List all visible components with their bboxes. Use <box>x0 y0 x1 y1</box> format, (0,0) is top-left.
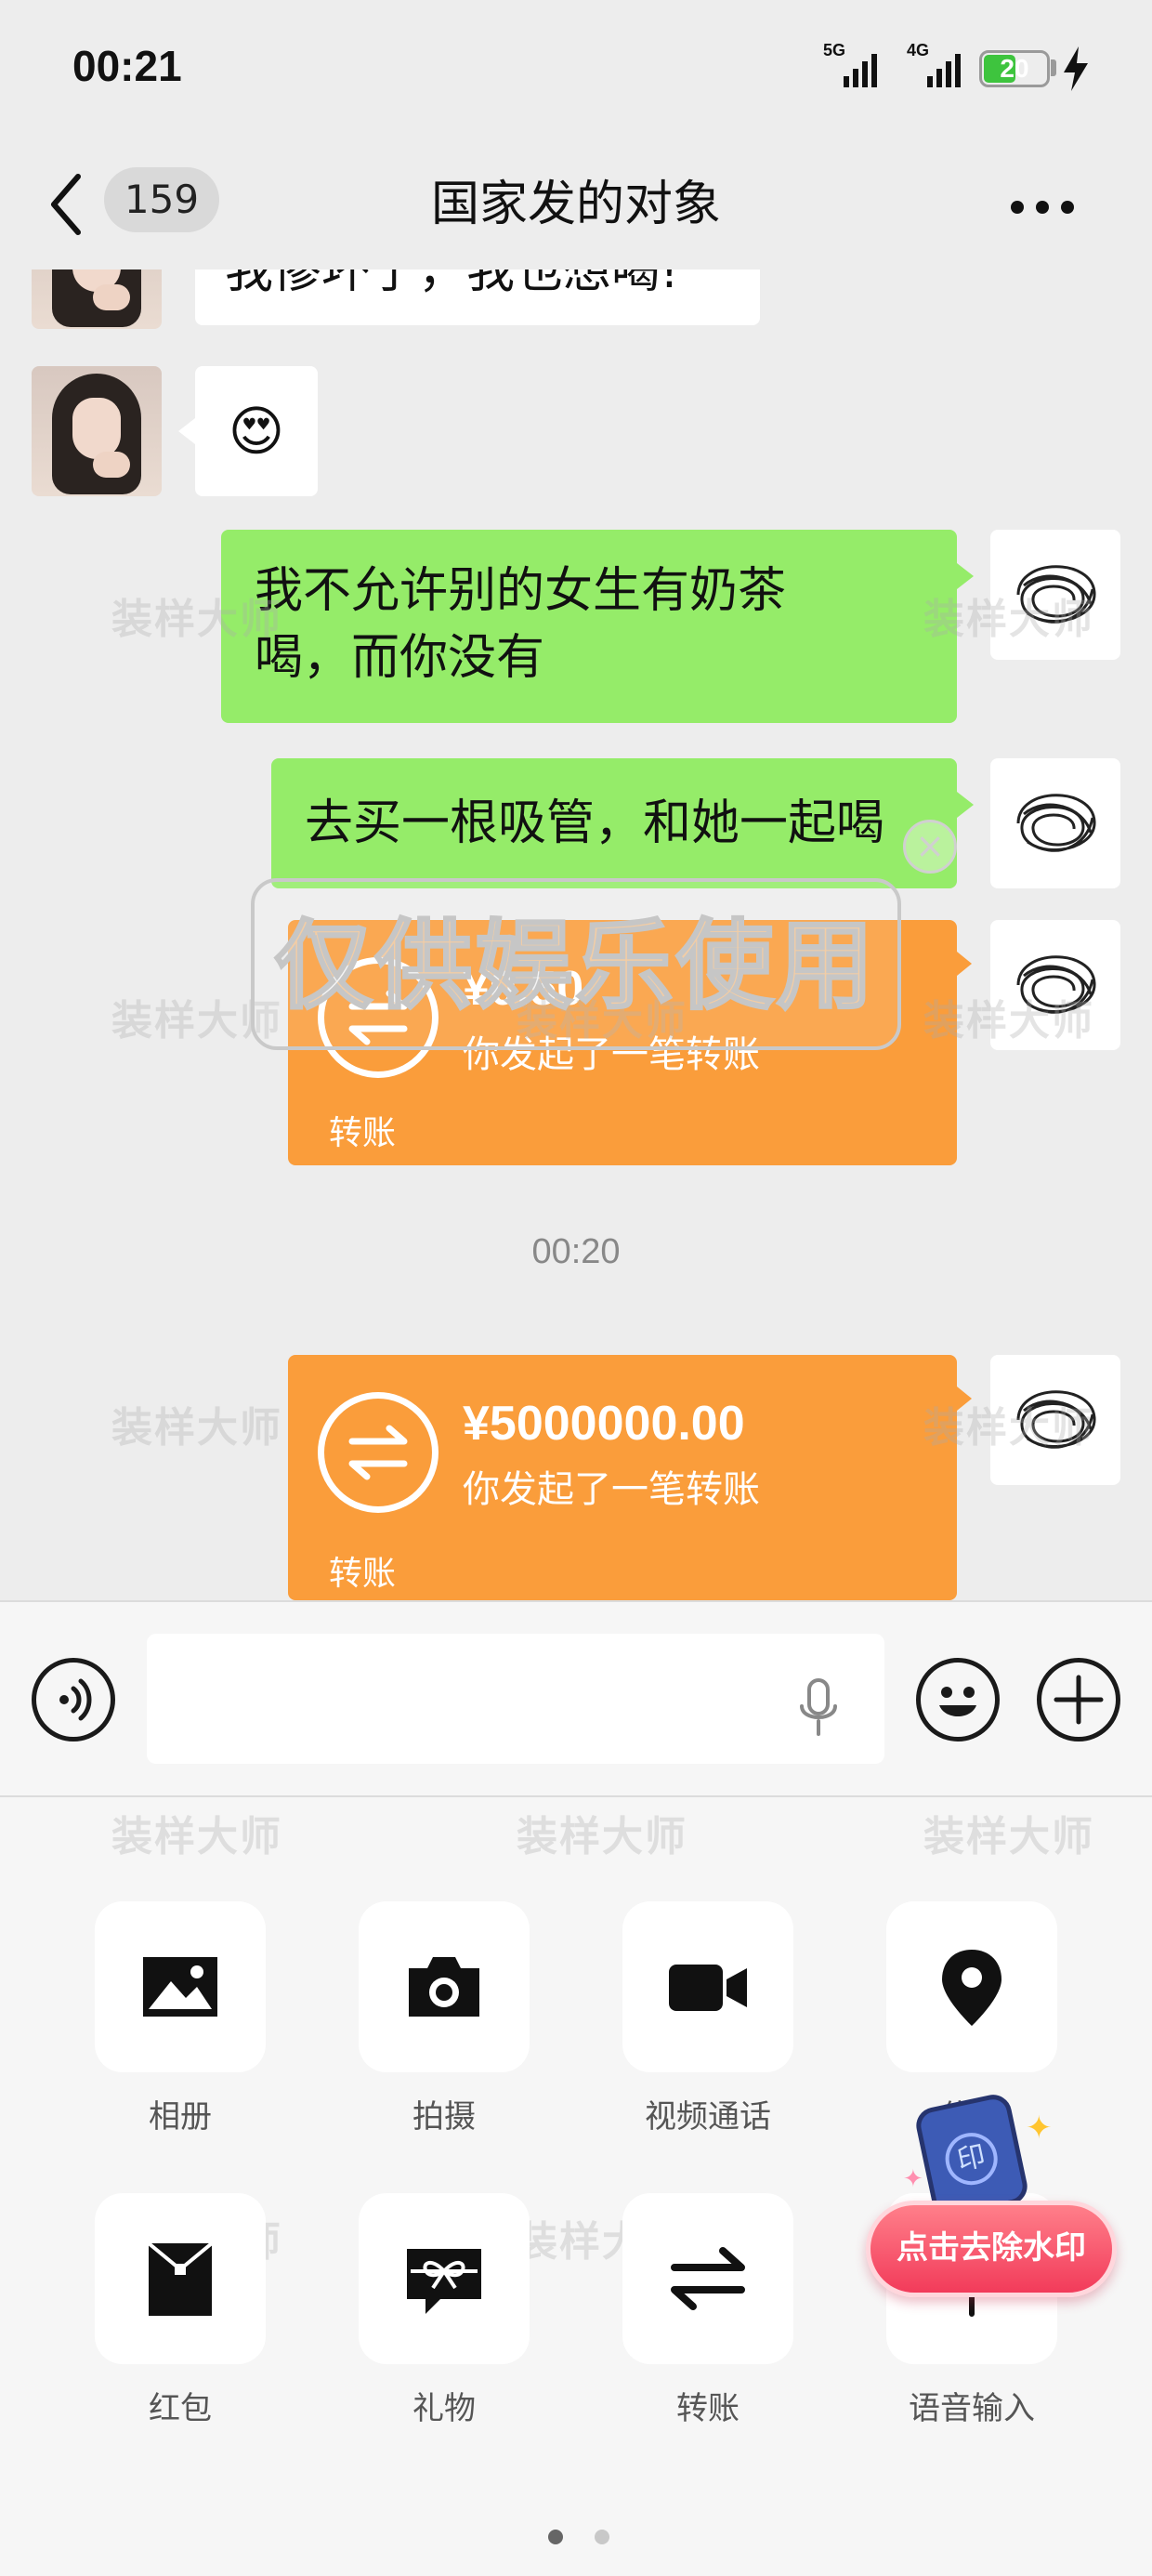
camera-button[interactable] <box>359 1901 530 2072</box>
video-call-icon <box>669 1965 747 2011</box>
plus-icon[interactable] <box>1037 1658 1120 1741</box>
voice-mode-icon[interactable] <box>32 1658 115 1741</box>
gift-button[interactable] <box>359 2193 530 2364</box>
location-icon <box>942 1950 1001 2026</box>
watermark-text: 装样大师 <box>111 1813 282 1860</box>
transfer-label: 转账 <box>329 1114 397 1152</box>
watermark-text: 装样大师 <box>111 1404 282 1452</box>
sparkle-icon: ✦ <box>903 2165 923 2193</box>
status-bar: 00:21 5G 4G 20 <box>0 0 1152 139</box>
album-icon <box>143 1957 217 2017</box>
camera-label: 拍摄 <box>412 2098 476 2136</box>
transfer-description: 你发起了一笔转账 <box>463 1468 760 1511</box>
chevron-left-icon[interactable] <box>45 169 91 240</box>
entertainment-only-badge: 仅供娱乐使用 <box>251 878 901 1050</box>
chat-title: 国家发的对象 <box>430 177 721 232</box>
emoji-icon[interactable] <box>916 1658 1000 1741</box>
user-avatar[interactable] <box>990 758 1120 888</box>
message-input[interactable] <box>147 1634 884 1764</box>
gift-label: 礼物 <box>412 2390 476 2427</box>
message-bubble-sent[interactable]: 去买一根吸管，和她一起喝 <box>271 758 974 888</box>
status-time: 00:21 <box>72 42 182 90</box>
signal-4g-icon: 4G <box>907 41 981 91</box>
watermark-text: 装样大师 <box>923 1404 1094 1452</box>
gift-icon <box>407 2249 481 2314</box>
message-text: 去买一根吸管，和她一起喝 <box>305 795 885 851</box>
unread-count-badge[interactable]: 159 <box>104 167 219 232</box>
signal-5g-icon: 5G <box>823 41 897 91</box>
red-packet-label: 红包 <box>149 2390 212 2427</box>
transfer-button[interactable] <box>622 2193 793 2364</box>
microphone-icon[interactable] <box>797 1678 840 1738</box>
transfer-card[interactable]: ¥5000000.00 你发起了一笔转账 转账 <box>288 1355 972 1600</box>
album-button[interactable] <box>95 1901 266 2072</box>
chat-header: 159 国家发的对象 <box>0 139 1152 269</box>
watermark-text: 装样大师 <box>111 596 282 643</box>
transfer-icon <box>318 1392 439 1513</box>
sparkle-icon: ✦ <box>1026 2109 1053 2147</box>
red-packet-button[interactable] <box>95 2193 266 2364</box>
watermark-text: 装样大师 <box>923 1813 1094 1860</box>
message-bubble-sent[interactable]: 我不允许别的女生有奶茶 喝，而你没有 <box>221 530 974 723</box>
red-packet-icon <box>147 2241 214 2316</box>
transfer-label: 转账 <box>329 1555 397 1593</box>
transfer-label: 转账 <box>676 2390 740 2427</box>
message-text-line-2: 喝，而你没有 <box>255 630 545 686</box>
album-label: 相册 <box>149 2098 212 2136</box>
promo-badge-text: 印 <box>940 2127 1002 2190</box>
message-list[interactable]: 我惨坏了，我也想喝! 😍 我不允许别的女生有奶茶 喝，而你没有 去买一根吸管，和… <box>0 269 1152 1600</box>
watermark-text: 装样大师 <box>923 997 1094 1045</box>
watermark-text: 装样大师 <box>517 1813 687 1860</box>
voice-input-label: 语音输入 <box>909 2390 1035 2427</box>
transfer-amount: ¥5000000.00 <box>463 1397 745 1451</box>
page-indicator <box>548 2530 613 2548</box>
entertainment-only-text: 仅供娱乐使用 <box>273 908 877 1024</box>
battery-nub <box>1051 59 1056 76</box>
remove-watermark-button[interactable]: 点击去除水印 <box>866 2201 1117 2297</box>
remove-watermark-promo[interactable]: ✦ ✦ 印 点击去除水印 <box>858 2091 1119 2307</box>
video-call-label: 视频通话 <box>645 2098 771 2136</box>
contact-avatar[interactable] <box>32 269 162 329</box>
message-bubble-received[interactable]: 我惨坏了，我也想喝! <box>195 269 760 325</box>
close-icon[interactable]: × <box>903 820 957 874</box>
time-separator: 00:20 <box>531 1232 621 1271</box>
network-type-label: 5G <box>823 41 846 59</box>
message-bubble-emoji[interactable]: 😍 <box>178 366 318 496</box>
battery-icon: 20 <box>979 50 1050 87</box>
network-type-label-2: 4G <box>907 41 930 59</box>
more-dots-icon[interactable] <box>1005 188 1080 221</box>
watermark-text: 装样大师 <box>923 596 1094 643</box>
transfer-icon <box>671 2247 745 2310</box>
emoji-face-icon: 😍 <box>228 400 285 463</box>
contact-avatar[interactable] <box>32 366 162 496</box>
location-button[interactable] <box>886 1901 1057 2072</box>
battery-level: 20 <box>1000 54 1029 83</box>
video-call-button[interactable] <box>622 1901 793 2072</box>
charging-bolt-icon <box>1064 46 1088 91</box>
input-bar <box>0 1600 1152 1797</box>
message-text-line-1: 我不允许别的女生有奶茶 <box>255 563 787 619</box>
camera-icon <box>409 1957 479 2017</box>
message-text: 我惨坏了，我也想喝! <box>225 269 679 299</box>
